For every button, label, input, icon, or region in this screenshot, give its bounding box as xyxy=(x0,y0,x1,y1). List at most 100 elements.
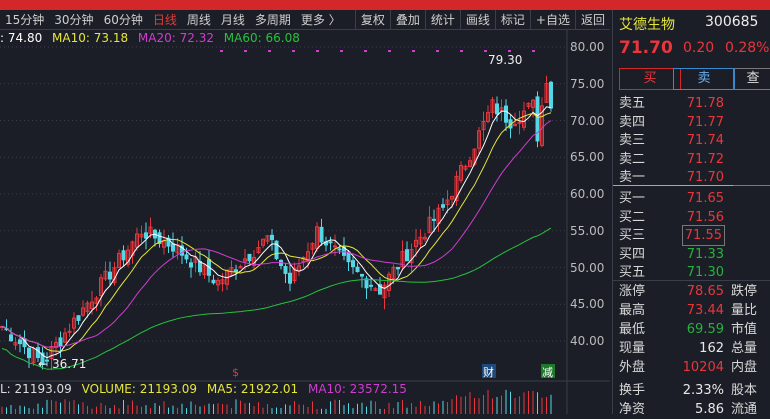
candle-body xyxy=(27,347,31,359)
title-bar xyxy=(0,0,770,10)
period-toolbar: 15分钟 30分钟 60分钟 日线 周线 月线 多周期 更多 〉复权 叠加 统计 画线 标记 +自选 返回 xyxy=(0,10,610,30)
row-label-right: 市值 xyxy=(731,322,758,337)
candle-body xyxy=(328,241,333,244)
volume-ma5: MA5: 21922.01 xyxy=(206,382,299,396)
sell-button[interactable]: 卖 xyxy=(673,68,735,90)
tool-button-0[interactable]: 复权 xyxy=(354,10,390,30)
candle-body xyxy=(184,254,189,260)
axis-label: 65.00 xyxy=(570,150,605,165)
candle-body xyxy=(549,81,553,109)
row-value: 69.59 xyxy=(686,322,724,337)
event-marker-dollar: $ xyxy=(232,366,239,379)
low-arrow: ← xyxy=(38,357,48,371)
candle-body xyxy=(346,251,351,263)
tab-6[interactable]: 多周期 xyxy=(250,11,296,28)
quote-row: 最低 69.59 市值 xyxy=(619,320,769,339)
candle-body xyxy=(504,105,508,123)
kline-chart[interactable]: 79.30 36.71 ← $ 财 减 xyxy=(0,30,610,414)
axis-label: 55.00 xyxy=(570,223,605,238)
row-label: 卖三 xyxy=(619,133,646,149)
candle-body xyxy=(517,121,522,124)
event-dot xyxy=(364,50,367,52)
row-label: 买四 xyxy=(619,246,646,262)
row-label-right: 总量 xyxy=(731,341,758,356)
quote-panel: 艾德生物 300685 71.70 0.20 0.28% 买 卖 查 卖五 71.… xyxy=(612,10,770,417)
candle-body xyxy=(283,266,288,274)
row-value: 5.86 xyxy=(695,402,724,417)
row-label-right: 股本 xyxy=(731,383,758,398)
row-value: 71.65 xyxy=(686,191,724,206)
candle-body xyxy=(355,266,360,273)
row-label-right: 流通 xyxy=(731,402,758,417)
query-button[interactable]: 查 xyxy=(733,68,770,90)
quote-row: 卖三 71.74 xyxy=(619,131,769,150)
tab-1[interactable]: 30分钟 xyxy=(49,11,98,28)
candle-body xyxy=(171,243,175,252)
candle-body xyxy=(108,271,112,280)
tab-4[interactable]: 周线 xyxy=(182,11,216,28)
tool-button-2[interactable]: 统计 xyxy=(424,10,460,30)
row-label-right: 量比 xyxy=(731,303,758,318)
row-label: 买二 xyxy=(619,209,646,225)
quote-row: 外盘 10204 内盘 xyxy=(619,358,769,377)
quote-row: 买一 71.65 xyxy=(619,189,769,208)
tab-3[interactable]: 日线 xyxy=(148,11,182,28)
reduce-marker: 减 xyxy=(542,366,553,379)
tool-button-5[interactable]: +自选 xyxy=(529,10,575,30)
candle-body xyxy=(198,260,202,273)
tool-button-1[interactable]: 叠加 xyxy=(389,10,425,30)
quote-row: 涨停 78.65 跌停 xyxy=(619,282,769,301)
quote-row: 最高 73.44 量比 xyxy=(619,301,769,320)
row-value: 71.77 xyxy=(686,114,724,130)
volume-ma10: MA10: 23572.15 xyxy=(307,382,407,396)
tool-button-4[interactable]: 标记 xyxy=(494,10,530,30)
candle-body xyxy=(495,103,499,115)
buy-button[interactable]: 买 xyxy=(619,68,681,90)
quote-row: 净资 5.86 流通 xyxy=(619,400,769,419)
finance-marker: 财 xyxy=(483,365,494,379)
candle-body xyxy=(144,232,148,239)
row-value: 71.33 xyxy=(686,246,724,262)
tool-button-3[interactable]: 画线 xyxy=(459,10,495,30)
event-dot xyxy=(532,50,535,52)
row-label: 买一 xyxy=(619,191,646,206)
quote-row: 现量 162 总量 xyxy=(619,339,769,358)
candle-body xyxy=(405,249,409,262)
volume-value: VOLUME: 21193.09 xyxy=(81,382,198,396)
candle-body xyxy=(432,218,436,221)
tab-5[interactable]: 月线 xyxy=(216,11,250,28)
last-price: 71.70 xyxy=(619,38,673,58)
candle-body xyxy=(58,337,63,347)
quote-row: 卖四 71.77 xyxy=(619,113,769,132)
candle-body xyxy=(288,272,292,284)
candle-body xyxy=(360,273,364,277)
ma5-line xyxy=(1,106,552,359)
axis-label: 60.00 xyxy=(570,187,605,201)
divider xyxy=(613,185,733,186)
candle-body xyxy=(9,334,13,342)
row-label: 卖五 xyxy=(619,96,646,111)
event-dot xyxy=(388,50,391,52)
candle-body xyxy=(76,315,81,321)
row-value: 71.55 xyxy=(681,225,726,247)
row-value: 10204 xyxy=(682,360,724,375)
candle-body xyxy=(121,250,126,261)
tab-2[interactable]: 60分钟 xyxy=(99,11,148,28)
tab-0[interactable]: 15分钟 xyxy=(0,11,49,28)
candle-body xyxy=(364,278,369,289)
price-change-pct: 0.28% xyxy=(725,40,770,56)
tool-buttons: 复权 叠加 统计 画线 标记 +自选 返回 xyxy=(354,10,610,30)
row-value: 71.56 xyxy=(686,209,724,225)
row-label-right: 跌停 xyxy=(731,284,758,299)
candle-body xyxy=(319,226,324,243)
divider-right xyxy=(733,185,770,186)
row-label: 涨停 xyxy=(619,284,646,299)
tool-button-6[interactable]: 返回 xyxy=(574,10,610,30)
row-value: 2.33% xyxy=(682,383,724,398)
event-dot xyxy=(268,50,271,52)
tab-7[interactable]: 更多 〉 xyxy=(296,11,346,28)
candle-body xyxy=(247,253,252,262)
price-change: 0.20 xyxy=(683,40,715,56)
row-label: 换手 xyxy=(619,383,646,398)
row-value: 71.78 xyxy=(686,96,724,111)
